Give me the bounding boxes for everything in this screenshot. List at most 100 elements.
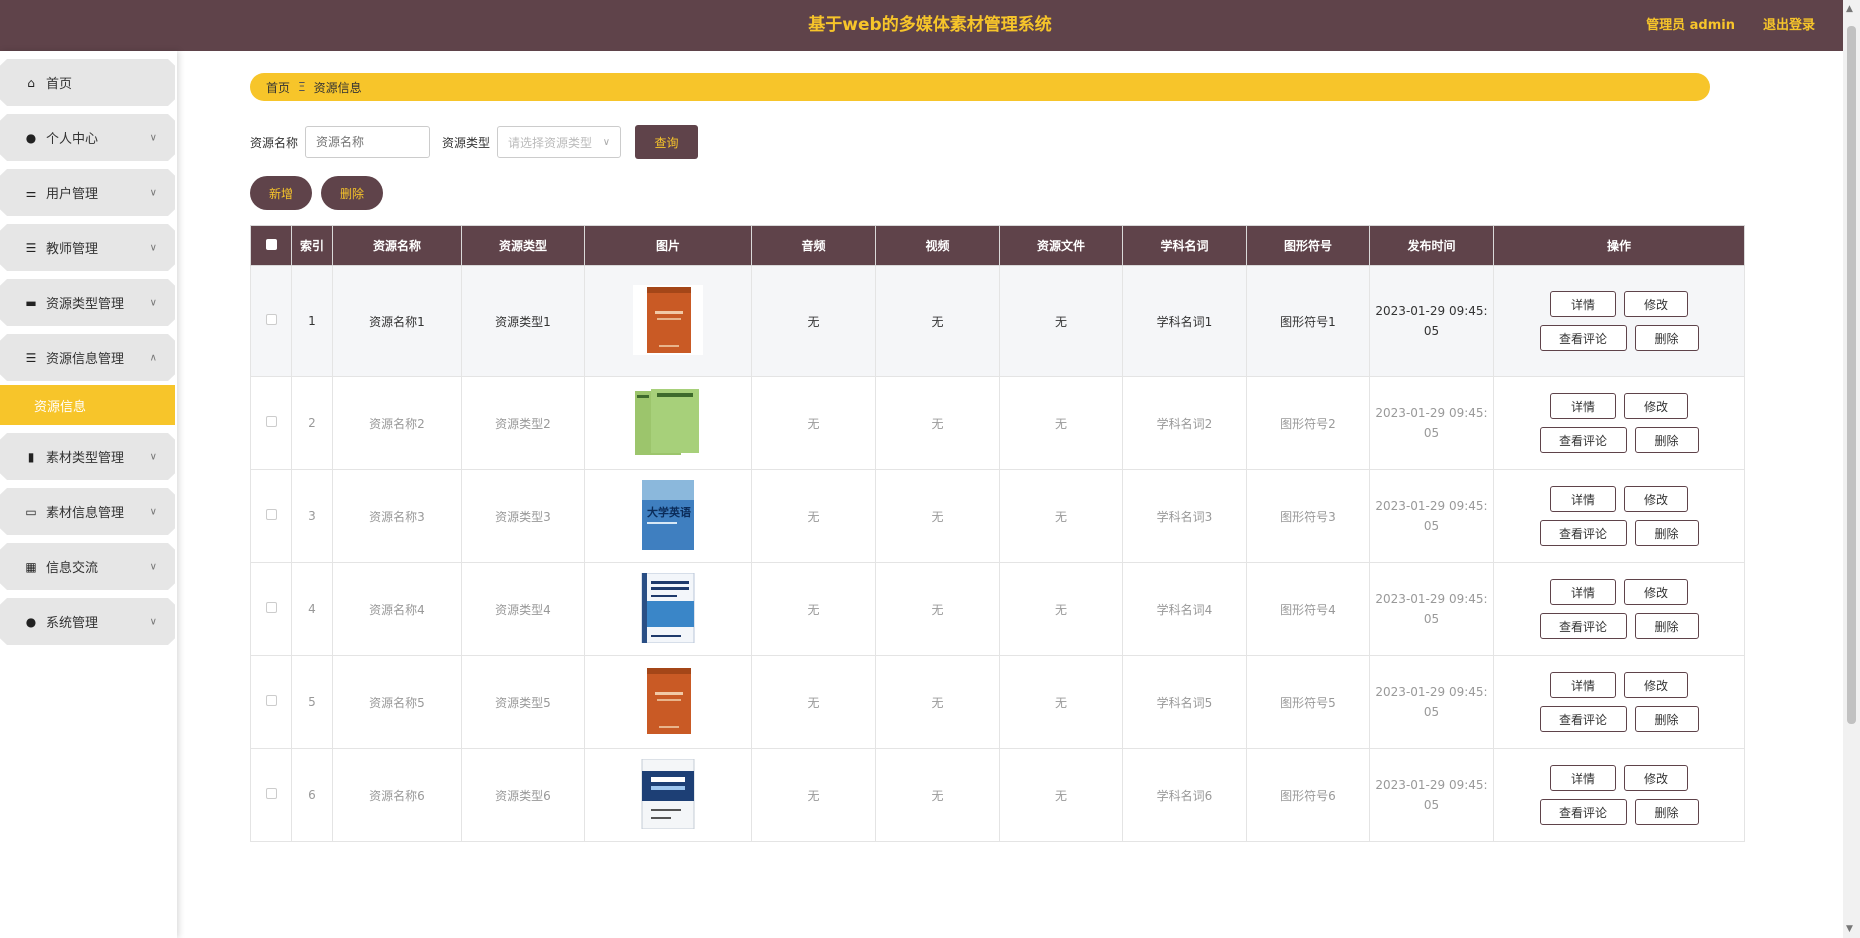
symbol-cell: 图形符号1 bbox=[1246, 265, 1370, 377]
scrollbar-thumb[interactable] bbox=[1847, 26, 1856, 724]
audio-cell: 无 bbox=[751, 562, 876, 656]
detail-button[interactable]: 详情 bbox=[1550, 291, 1616, 317]
audio-cell: 无 bbox=[751, 265, 876, 377]
date-line: 2023-01-29 09:45: bbox=[1375, 685, 1488, 699]
sidebar-item[interactable]: ▬ 资源类型管理 ∨ bbox=[0, 279, 175, 326]
user-icon: ● bbox=[25, 614, 37, 629]
audio-cell: 无 bbox=[751, 469, 876, 563]
edit-button[interactable]: 修改 bbox=[1624, 579, 1688, 605]
cover-image[interactable] bbox=[633, 284, 703, 358]
sidebar-item[interactable]: ● 系统管理 ∨ bbox=[0, 598, 175, 645]
date-line: 05 bbox=[1423, 612, 1440, 626]
resource-type-cell: 资源类型2 bbox=[461, 376, 585, 470]
current-user: 管理员 admin bbox=[1646, 18, 1735, 33]
logout-link[interactable]: 退出登录 bbox=[1763, 0, 1815, 51]
sidebar-item[interactable]: ▭ 素材信息管理 ∨ bbox=[0, 488, 175, 535]
sidebar-item[interactable]: ⌂ 首页 bbox=[0, 59, 175, 106]
symbol-cell: 图形符号6 bbox=[1246, 748, 1370, 842]
scroll-down-icon[interactable]: ▼ bbox=[1846, 924, 1853, 934]
symbol-cell: 图形符号3 bbox=[1246, 469, 1370, 563]
submenu-item-resource-info[interactable]: 资源信息 bbox=[0, 385, 175, 425]
row-checkbox[interactable] bbox=[250, 655, 292, 749]
scrollbar[interactable]: ▲ ▼ bbox=[1843, 0, 1860, 938]
image-cell bbox=[584, 265, 752, 377]
delete-button[interactable]: 删除 bbox=[1634, 427, 1699, 453]
scroll-up-icon[interactable]: ▲ bbox=[1846, 4, 1853, 14]
row-checkbox[interactable] bbox=[250, 376, 292, 470]
file-cell: 无 bbox=[999, 748, 1123, 842]
detail-button[interactable]: 详情 bbox=[1550, 765, 1616, 791]
cover-image[interactable]: 大学英语 bbox=[633, 479, 703, 553]
sidebar-item[interactable]: ● 个人中心 ∨ bbox=[0, 114, 175, 161]
chevron-down-icon: ∨ bbox=[149, 297, 157, 308]
column-header: 图形符号 bbox=[1246, 225, 1370, 266]
column-header: 学科名词 bbox=[1122, 225, 1247, 266]
select-all-checkbox[interactable] bbox=[250, 225, 292, 266]
resource-name-cell: 资源名称6 bbox=[332, 748, 462, 842]
term-cell: 学科名词4 bbox=[1122, 562, 1247, 656]
breadcrumb-home[interactable]: 首页 bbox=[266, 79, 290, 96]
sidebar-item[interactable]: ⚌ 用户管理 ∨ bbox=[0, 169, 175, 216]
audio-cell: 无 bbox=[751, 748, 876, 842]
table-row: 6 资源名称6 资源类型6 无 无 无 学科名词6 图形符号6 2023-01-… bbox=[250, 748, 1745, 842]
sidebar: ⌂ 首页 ● 个人中心 ∨ ⚌ 用户管理 ∨ ☰ 教师管理 ∨ ▬ 资源类型管理 ∨ ☰ 资源信息… bbox=[0, 51, 177, 938]
date-line: 05 bbox=[1423, 324, 1440, 338]
sidebar-item[interactable]: ▦ 信息交流 ∨ bbox=[0, 543, 175, 590]
edit-button[interactable]: 修改 bbox=[1624, 486, 1688, 512]
audio-cell: 无 bbox=[751, 655, 876, 749]
detail-button[interactable]: 详情 bbox=[1550, 672, 1616, 698]
resource-type-cell: 资源类型1 bbox=[461, 265, 585, 377]
view-comments-button[interactable]: 查看评论 bbox=[1539, 613, 1627, 639]
sidebar-item[interactable]: ☰ 教师管理 ∨ bbox=[0, 224, 175, 271]
edit-button[interactable]: 修改 bbox=[1624, 393, 1688, 419]
image-cell bbox=[584, 748, 752, 842]
detail-button[interactable]: 详情 bbox=[1550, 393, 1616, 419]
bulk-delete-button[interactable]: 删除 bbox=[321, 176, 384, 210]
sidebar-item-label: 首页 bbox=[46, 77, 73, 92]
resource-name-cell: 资源名称4 bbox=[332, 562, 462, 656]
cover-image[interactable] bbox=[633, 386, 703, 460]
row-checkbox[interactable] bbox=[250, 748, 292, 842]
view-comments-button[interactable]: 查看评论 bbox=[1539, 427, 1627, 453]
row-checkbox[interactable] bbox=[250, 562, 292, 656]
breadcrumb-separator: Ξ bbox=[298, 80, 306, 94]
resource-type-select[interactable]: 请选择资源类型 ∨ bbox=[497, 126, 622, 158]
delete-button[interactable]: 删除 bbox=[1634, 799, 1699, 825]
date-line: 2023-01-29 09:45: bbox=[1375, 499, 1488, 513]
view-comments-button[interactable]: 查看评论 bbox=[1539, 706, 1627, 732]
sidebar-item[interactable]: ☰ 资源信息管理 ∧ bbox=[0, 334, 175, 381]
view-comments-button[interactable]: 查看评论 bbox=[1539, 325, 1627, 351]
row-checkbox[interactable] bbox=[250, 469, 292, 563]
edit-button[interactable]: 修改 bbox=[1624, 765, 1688, 791]
svg-text:大学英语: 大学英语 bbox=[647, 505, 691, 519]
row-checkbox[interactable] bbox=[250, 265, 292, 377]
sidebar-item-label: 素材信息管理 bbox=[46, 506, 125, 521]
edit-button[interactable]: 修改 bbox=[1624, 291, 1688, 317]
resource-name-cell: 资源名称5 bbox=[332, 655, 462, 749]
edit-button[interactable]: 修改 bbox=[1624, 672, 1688, 698]
cover-image[interactable] bbox=[633, 758, 703, 832]
sliders-icon: ⚌ bbox=[25, 185, 37, 200]
delete-button[interactable]: 删除 bbox=[1634, 706, 1699, 732]
query-button[interactable]: 查询 bbox=[635, 125, 699, 159]
row-index: 4 bbox=[291, 562, 333, 656]
row-index: 2 bbox=[291, 376, 333, 470]
action-buttons: 新增 删除 bbox=[250, 176, 392, 210]
delete-button[interactable]: 删除 bbox=[1634, 613, 1699, 639]
view-comments-button[interactable]: 查看评论 bbox=[1539, 799, 1627, 825]
chevron-down-icon: ∨ bbox=[149, 616, 157, 627]
detail-button[interactable]: 详情 bbox=[1550, 579, 1616, 605]
delete-button[interactable]: 删除 bbox=[1634, 325, 1699, 351]
video-cell: 无 bbox=[875, 748, 1000, 842]
file-cell: 无 bbox=[999, 469, 1123, 563]
resource-name-input[interactable] bbox=[305, 126, 431, 158]
sidebar-item[interactable]: ▮ 素材类型管理 ∨ bbox=[0, 433, 175, 480]
cover-image[interactable] bbox=[633, 572, 703, 646]
breadcrumb: 首页 Ξ 资源信息 bbox=[250, 73, 1710, 101]
view-comments-button[interactable]: 查看评论 bbox=[1539, 520, 1627, 546]
list-icon: ☰ bbox=[25, 240, 37, 255]
add-button[interactable]: 新增 bbox=[250, 176, 313, 210]
detail-button[interactable]: 详情 bbox=[1550, 486, 1616, 512]
cover-image[interactable] bbox=[633, 665, 703, 739]
delete-button[interactable]: 删除 bbox=[1634, 520, 1699, 546]
